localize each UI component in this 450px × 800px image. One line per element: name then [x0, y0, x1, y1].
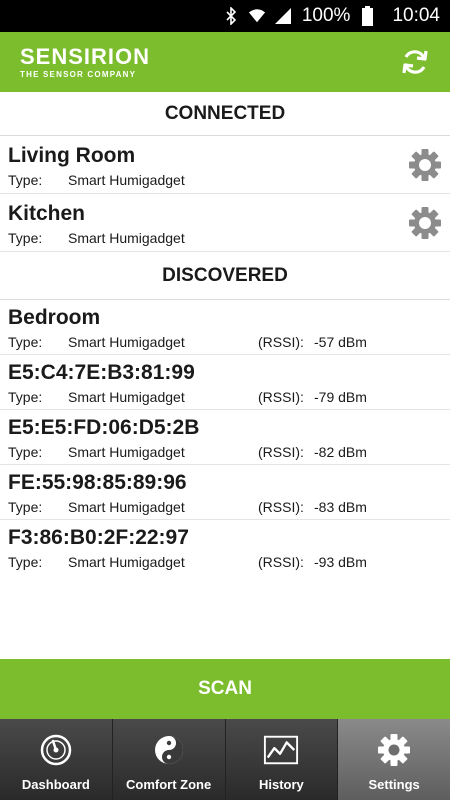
rssi-value: -79 dBm — [314, 389, 367, 405]
discovered-section-title: DISCOVERED — [0, 252, 450, 300]
discovered-device-row[interactable]: E5:E5:FD:06:D5:2B Type: Smart Humigadget… — [0, 410, 450, 465]
type-label: Type: — [8, 172, 43, 188]
brand-tagline: THE SENSOR COMPANY — [20, 69, 137, 79]
nav-settings[interactable]: Settings — [338, 719, 450, 800]
device-name: Living Room — [8, 144, 136, 167]
device-name: FE:55:98:85:89:96 — [8, 471, 187, 494]
scan-button[interactable]: SCAN — [0, 659, 450, 719]
nav-comfort-zone[interactable]: Comfort Zone — [113, 719, 226, 800]
discovered-device-row[interactable]: FE:55:98:85:89:96 Type: Smart Humigadget… — [0, 465, 450, 520]
type-label: Type: — [8, 444, 43, 460]
device-meta: Type: Smart Humigadget (RSSI): -93 dBm — [8, 553, 450, 571]
type-value: Smart Humigadget — [68, 554, 185, 570]
device-meta: Type: Smart Humigadget (RSSI): -82 dBm — [8, 443, 450, 461]
device-meta: Type: Smart Humigadget (RSSI): -57 dBm — [8, 333, 450, 351]
device-settings-button[interactable] — [408, 148, 442, 182]
gear-icon — [409, 207, 441, 239]
rssi-label: (RSSI): — [258, 444, 304, 460]
nav-label: History — [258, 777, 304, 792]
type-value: Smart Humigadget — [68, 230, 185, 246]
rssi-value: -83 dBm — [314, 499, 367, 515]
rssi-value: -57 dBm — [314, 334, 367, 350]
battery-icon — [358, 6, 376, 26]
device-meta: Type: Smart Humigadget — [8, 229, 450, 247]
discovered-device-row[interactable]: Bedroom Type: Smart Humigadget (RSSI): -… — [0, 300, 450, 355]
rssi-label: (RSSI): — [258, 554, 304, 570]
status-bar: 100% 10:04 — [0, 0, 450, 32]
connected-device-row[interactable]: Kitchen Type: Smart Humigadget — [0, 194, 450, 252]
type-label: Type: — [8, 334, 43, 350]
nav-dashboard[interactable]: Dashboard — [0, 719, 113, 800]
connected-section-title: CONNECTED — [0, 92, 450, 136]
rssi-value: -93 dBm — [314, 554, 367, 570]
type-label: Type: — [8, 554, 43, 570]
history-chart-icon — [263, 733, 299, 767]
rssi-label: (RSSI): — [258, 499, 304, 515]
app-screen: 100% 10:04 SENSIRION THE SENSOR COMPANY … — [0, 0, 450, 800]
app-header: SENSIRION THE SENSOR COMPANY — [0, 32, 450, 92]
nav-label: Settings — [368, 777, 420, 792]
clock: 10:04 — [392, 5, 440, 26]
dashboard-gauge-icon — [38, 733, 74, 767]
bluetooth-icon — [222, 7, 240, 25]
type-value: Smart Humigadget — [68, 444, 185, 460]
battery-percent: 100% — [301, 5, 351, 26]
rssi-label: (RSSI): — [258, 334, 304, 350]
wifi-icon — [248, 7, 266, 25]
rssi-value: -82 dBm — [314, 444, 367, 460]
nav-label: Dashboard — [21, 777, 90, 792]
type-label: Type: — [8, 499, 43, 515]
gear-icon — [409, 149, 441, 181]
device-name: E5:C4:7E:B3:81:99 — [8, 361, 195, 384]
connected-device-row[interactable]: Living Room Type: Smart Humigadget — [0, 136, 450, 194]
type-value: Smart Humigadget — [68, 172, 185, 188]
bottom-navigation: Dashboard Comfort Zone History Settings — [0, 719, 450, 800]
device-name: Kitchen — [8, 202, 86, 225]
settings-gear-icon — [376, 733, 412, 767]
nav-label: Comfort Zone — [126, 777, 212, 792]
device-name: F3:86:B0:2F:22:97 — [8, 526, 189, 549]
device-name: E5:E5:FD:06:D5:2B — [8, 416, 200, 439]
device-meta: Type: Smart Humigadget — [8, 171, 450, 189]
comfort-zone-yin-yang-icon — [151, 733, 187, 767]
refresh-icon — [402, 50, 428, 74]
type-label: Type: — [8, 389, 43, 405]
rssi-label: (RSSI): — [258, 389, 304, 405]
type-label: Type: — [8, 230, 43, 246]
discovered-device-row[interactable]: F3:86:B0:2F:22:97 Type: Smart Humigadget… — [0, 520, 450, 575]
device-name: Bedroom — [8, 306, 101, 329]
type-value: Smart Humigadget — [68, 389, 185, 405]
type-value: Smart Humigadget — [68, 499, 185, 515]
discovered-device-row[interactable]: E5:C4:7E:B3:81:99 Type: Smart Humigadget… — [0, 355, 450, 410]
device-settings-button[interactable] — [408, 206, 442, 240]
brand-name: SENSIRION — [20, 43, 151, 69]
device-list: CONNECTED Living Room Type: Smart Humiga… — [0, 92, 450, 575]
refresh-button[interactable] — [398, 45, 432, 79]
device-meta: Type: Smart Humigadget (RSSI): -79 dBm — [8, 388, 450, 406]
cell-signal-icon — [274, 7, 292, 25]
device-meta: Type: Smart Humigadget (RSSI): -83 dBm — [8, 498, 450, 516]
brand-logo: SENSIRION THE SENSOR COMPANY — [20, 43, 151, 79]
nav-history[interactable]: History — [226, 719, 339, 800]
type-value: Smart Humigadget — [68, 334, 185, 350]
